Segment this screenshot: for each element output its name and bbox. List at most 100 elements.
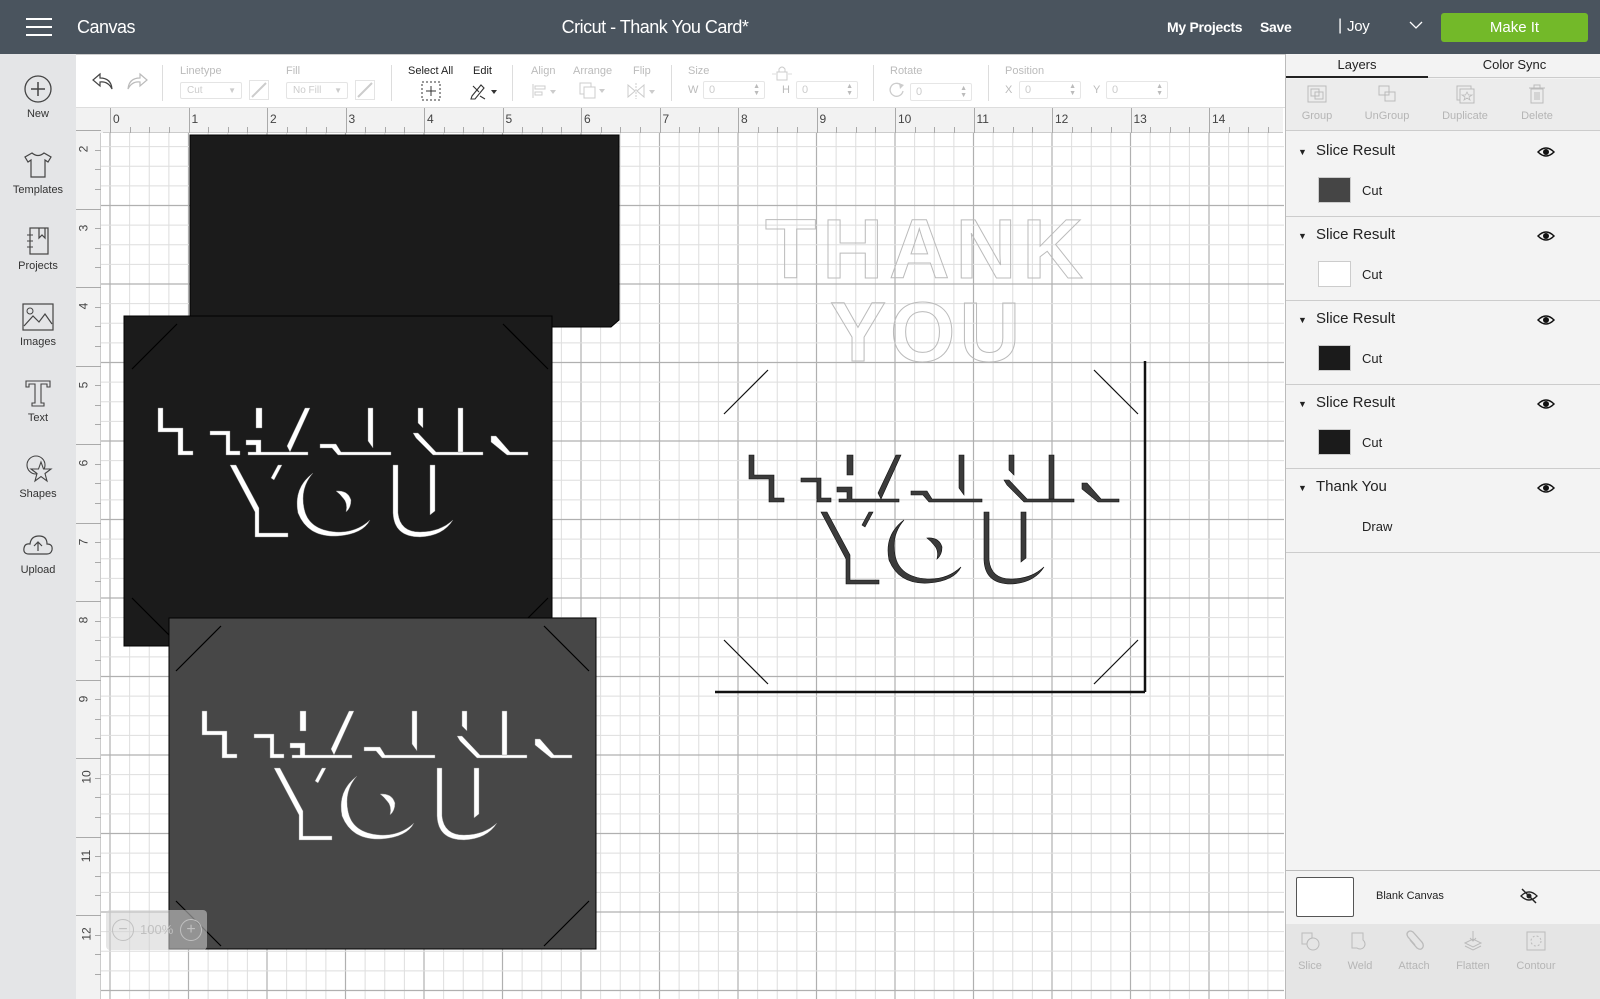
collapse-caret-icon[interactable]: ▼: [1298, 399, 1307, 409]
undo-icon[interactable]: [91, 71, 115, 91]
lock-icon[interactable]: [772, 65, 792, 81]
collapse-caret-icon[interactable]: ▼: [1298, 315, 1307, 325]
width-value: 0: [709, 84, 716, 96]
grey-card[interactable]: [168, 617, 597, 950]
height-letter: H: [782, 84, 790, 96]
blank-canvas-swatch[interactable]: [1296, 877, 1354, 917]
sidebar-item-text[interactable]: Text: [0, 378, 76, 424]
redo-icon[interactable]: [125, 71, 149, 91]
chevron-down-icon[interactable]: [1409, 20, 1423, 30]
zoom-in-button[interactable]: +: [180, 919, 202, 941]
arrange-label: Arrange: [573, 65, 613, 77]
flip-icon[interactable]: [626, 82, 658, 100]
slice-icon: [1301, 932, 1320, 951]
eye-icon[interactable]: [1537, 397, 1555, 411]
layer-group-name: Slice Result: [1316, 142, 1396, 159]
white-card[interactable]: [715, 361, 1147, 694]
select-all-button[interactable]: [421, 81, 441, 101]
eye-icon[interactable]: [1537, 313, 1555, 327]
position-label: Position: [1005, 65, 1045, 77]
ruler-tick-label: 4: [427, 112, 434, 126]
rotate-input[interactable]: 0 ▲ ▼: [910, 83, 972, 101]
layer-group[interactable]: ▼ Slice Result Cut: [1286, 301, 1600, 385]
make-it-button[interactable]: Make It: [1441, 13, 1588, 42]
collapse-caret-icon[interactable]: ▼: [1298, 147, 1307, 157]
y-position-input[interactable]: 0 ▲ ▼: [1106, 81, 1168, 99]
sidebar-item-new[interactable]: New: [0, 74, 76, 120]
layer-group[interactable]: ▼ Thank You Draw: [1286, 469, 1600, 553]
header-separator: |: [1338, 17, 1343, 34]
eye-icon[interactable]: [1537, 229, 1555, 243]
linetype-color-swatch[interactable]: [249, 80, 269, 100]
width-input[interactable]: 0 ▲ ▼: [703, 81, 765, 99]
cloud-upload-icon: [23, 535, 53, 555]
layer-type-label: Cut: [1362, 267, 1383, 282]
ruler-tick-label: 8: [741, 112, 748, 126]
weld-button[interactable]: Weld: [1332, 930, 1388, 972]
ungroup-icon: [1378, 85, 1396, 102]
black-card-back[interactable]: [189, 134, 620, 328]
slice-label: Slice: [1298, 960, 1322, 972]
image-icon: [22, 303, 54, 331]
linetype-value: Cut: [187, 85, 203, 96]
contour-button[interactable]: Contour: [1508, 930, 1564, 972]
fill-select[interactable]: No Fill ▼: [286, 82, 348, 99]
zoom-level: 100%: [140, 922, 174, 937]
eye-icon[interactable]: [1537, 145, 1555, 159]
sidebar-item-templates[interactable]: Templates: [0, 150, 76, 196]
fill-color-swatch[interactable]: [355, 80, 375, 100]
sidebar-item-images[interactable]: Images: [0, 302, 76, 348]
group-button[interactable]: Group: [1282, 84, 1352, 122]
edit-menu-button[interactable]: [469, 81, 499, 101]
height-input[interactable]: 0 ▲ ▼: [796, 81, 858, 99]
flatten-icon: [1463, 931, 1483, 951]
layer-group[interactable]: ▼ Slice Result Cut: [1286, 385, 1600, 469]
my-projects-link[interactable]: My Projects: [1167, 19, 1243, 35]
black-card-front[interactable]: [123, 315, 553, 647]
eye-icon[interactable]: [1537, 481, 1555, 495]
arrange-icon[interactable]: [578, 81, 608, 101]
edit-label: Edit: [473, 65, 492, 77]
ruler-tick-label: 8: [76, 616, 91, 624]
y-letter: Y: [1093, 84, 1101, 96]
tab-layers[interactable]: Layers: [1286, 57, 1428, 72]
duplicate-button[interactable]: Duplicate: [1430, 84, 1500, 122]
thank-you-draw-text[interactable]: THANK YOU: [765, 202, 1089, 380]
flatten-button[interactable]: Flatten: [1445, 930, 1501, 972]
fill-label: Fill: [286, 65, 301, 77]
attach-button[interactable]: Attach: [1386, 930, 1442, 972]
design-canvas[interactable]: THANK YOU − 100% +: [101, 133, 1284, 999]
rotate-label: Rotate: [890, 65, 923, 77]
x-position-input[interactable]: 0 ▲ ▼: [1019, 81, 1081, 99]
sidebar-label-new: New: [26, 108, 49, 120]
x-value: 0: [1025, 84, 1032, 96]
layer-group-name: Slice Result: [1316, 394, 1396, 411]
attach-label: Attach: [1398, 960, 1430, 972]
sidebar-item-shapes[interactable]: Shapes: [0, 454, 76, 500]
layer-type-label: Cut: [1362, 351, 1383, 366]
zoom-out-button[interactable]: −: [112, 919, 134, 941]
height-value: 0: [802, 84, 809, 96]
layer-group[interactable]: ▼ Slice Result Cut: [1286, 217, 1600, 301]
ruler-tick-label: 7: [662, 112, 670, 126]
blank-canvas-row[interactable]: Blank Canvas: [1286, 870, 1600, 924]
user-menu[interactable]: Joy: [1347, 18, 1370, 35]
align-icon[interactable]: [531, 82, 559, 100]
eye-hidden-icon[interactable]: [1520, 888, 1538, 904]
sidebar-item-upload[interactable]: Upload: [0, 530, 76, 576]
collapse-caret-icon[interactable]: ▼: [1298, 231, 1307, 241]
sidebar-label-projects: Projects: [18, 260, 58, 272]
layer-type-label: Cut: [1362, 435, 1383, 450]
linetype-select[interactable]: Cut ▼: [180, 82, 242, 99]
slice-button[interactable]: Slice: [1282, 930, 1338, 972]
layer-group[interactable]: ▼ Slice Result Cut: [1286, 133, 1600, 217]
ungroup-button[interactable]: UnGroup: [1352, 84, 1422, 122]
ruler-tick-label: 9: [819, 112, 827, 126]
collapse-caret-icon[interactable]: ▼: [1298, 483, 1307, 493]
tab-color-sync[interactable]: Color Sync: [1428, 57, 1600, 72]
save-button[interactable]: Save: [1260, 19, 1292, 35]
x-letter: X: [1005, 84, 1013, 96]
left-sidebar: New Templates Projects Images Text Shape…: [0, 54, 76, 999]
delete-button[interactable]: Delete: [1502, 84, 1572, 122]
sidebar-item-projects[interactable]: Projects: [0, 226, 76, 272]
